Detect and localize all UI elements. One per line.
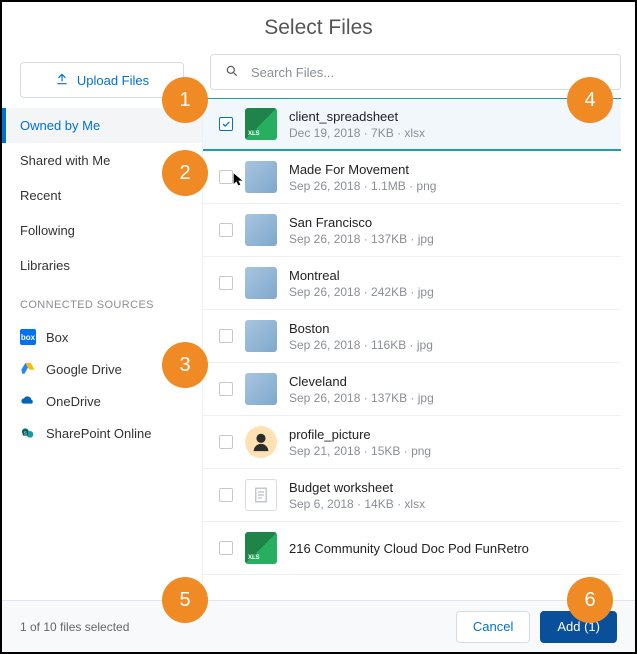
file-thumbnail [245,214,277,246]
file-row[interactable]: profile_picture Sep 21, 2018 · 15KB · png [203,416,621,469]
file-list[interactable]: client_spreadsheet Dec 19, 2018 · 7KB · x… [202,98,621,600]
file-checkbox[interactable] [219,382,233,396]
file-thumbnail [245,426,277,458]
connected-source-sharepoint[interactable]: S SharePoint Online [2,417,202,449]
file-info: Boston Sep 26, 2018 · 116KB · jpg [289,321,433,352]
file-meta: Sep 26, 2018 · 1.1MB · png [289,179,436,193]
file-info: Made For Movement Sep 26, 2018 · 1.1MB · … [289,162,436,193]
selection-status: 1 of 10 files selected [20,620,446,634]
file-row[interactable]: Cleveland Sep 26, 2018 · 137KB · jpg [203,363,621,416]
file-name: profile_picture [289,427,431,442]
gdrive-icon [20,361,36,377]
sidebar-item-label: Owned by Me [20,118,100,133]
file-thumbnail [245,373,277,405]
dialog-title: Select Files [2,2,635,46]
upload-files-button[interactable]: Upload Files [20,62,184,98]
file-info: Cleveland Sep 26, 2018 · 137KB · jpg [289,374,434,405]
dialog-footer: 1 of 10 files selected Cancel Add (1) [2,600,635,652]
connected-source-onedrive[interactable]: OneDrive [2,385,202,417]
file-thumbnail [245,108,277,140]
connected-label: SharePoint Online [46,426,152,441]
file-row[interactable]: Boston Sep 26, 2018 · 116KB · jpg [203,310,621,363]
sidebar: Upload Files Owned by Me Shared with Me … [2,46,202,600]
file-meta: Sep 26, 2018 · 137KB · jpg [289,391,434,405]
file-meta: Sep 26, 2018 · 242KB · jpg [289,285,434,299]
file-info: 216 Community Cloud Doc Pod FunRetro [289,541,529,556]
file-name: Montreal [289,268,434,283]
file-row[interactable]: Budget worksheet Sep 6, 2018 · 14KB · xls… [203,469,621,522]
file-thumbnail [245,532,277,564]
main-pane: client_spreadsheet Dec 19, 2018 · 7KB · x… [202,46,635,600]
file-thumbnail [245,161,277,193]
sidebar-item-owned-by-me[interactable]: Owned by Me [2,108,202,143]
file-name: Made For Movement [289,162,436,177]
file-thumbnail [245,479,277,511]
file-row[interactable]: San Francisco Sep 26, 2018 · 137KB · jpg [203,204,621,257]
file-meta: Sep 26, 2018 · 116KB · jpg [289,338,433,352]
connected-source-google-drive[interactable]: Google Drive [2,353,202,385]
file-checkbox[interactable] [219,170,233,184]
file-meta: Dec 19, 2018 · 7KB · xlsx [289,126,425,140]
file-name: San Francisco [289,215,434,230]
file-info: Budget worksheet Sep 6, 2018 · 14KB · xls… [289,480,425,511]
file-name: client_spreadsheet [289,109,425,124]
file-row[interactable]: 216 Community Cloud Doc Pod FunRetro [203,522,621,575]
file-row[interactable]: Montreal Sep 26, 2018 · 242KB · jpg [203,257,621,310]
sharepoint-icon: S [20,425,36,441]
file-info: client_spreadsheet Dec 19, 2018 · 7KB · x… [289,109,425,140]
file-row[interactable]: client_spreadsheet Dec 19, 2018 · 7KB · x… [203,98,621,151]
file-name: Budget worksheet [289,480,425,495]
file-checkbox[interactable] [219,488,233,502]
sidebar-item-libraries[interactable]: Libraries [2,248,202,283]
file-info: Montreal Sep 26, 2018 · 242KB · jpg [289,268,434,299]
connected-label: OneDrive [46,394,101,409]
search-box[interactable] [210,54,621,90]
search-row [202,46,621,98]
search-icon [225,64,239,81]
file-checkbox[interactable] [219,117,233,131]
file-thumbnail [245,320,277,352]
file-name: 216 Community Cloud Doc Pod FunRetro [289,541,529,556]
sidebar-item-label: Recent [20,188,61,203]
sidebar-item-label: Following [20,223,75,238]
svg-text:S: S [24,430,27,435]
file-checkbox[interactable] [219,541,233,555]
cancel-label: Cancel [473,619,513,634]
file-name: Boston [289,321,433,336]
add-label: Add (1) [557,619,600,634]
file-info: profile_picture Sep 21, 2018 · 15KB · png [289,427,431,458]
sidebar-item-shared-with-me[interactable]: Shared with Me [2,143,202,178]
onedrive-icon [20,393,36,409]
file-checkbox[interactable] [219,223,233,237]
search-input[interactable] [251,65,606,80]
connected-label: Box [46,330,68,345]
connected-source-box[interactable]: box Box [2,321,202,353]
sidebar-item-label: Libraries [20,258,70,273]
file-name: Cleveland [289,374,434,389]
file-meta: Sep 6, 2018 · 14KB · xlsx [289,497,425,511]
sidebar-item-recent[interactable]: Recent [2,178,202,213]
file-thumbnail [245,267,277,299]
upload-icon [55,72,69,89]
box-icon: box [20,329,36,345]
file-row[interactable]: Made For Movement Sep 26, 2018 · 1.1MB · … [203,151,621,204]
file-checkbox[interactable] [219,435,233,449]
select-files-dialog: Select Files Upload Files Owned by Me Sh… [0,0,637,654]
sidebar-item-following[interactable]: Following [2,213,202,248]
dialog-body: Upload Files Owned by Me Shared with Me … [2,46,635,600]
file-meta: Sep 21, 2018 · 15KB · png [289,444,431,458]
file-info: San Francisco Sep 26, 2018 · 137KB · jpg [289,215,434,246]
sidebar-item-label: Shared with Me [20,153,110,168]
connected-sources-label: CONNECTED SOURCES [2,283,202,321]
upload-label: Upload Files [77,73,149,88]
file-checkbox[interactable] [219,276,233,290]
add-button[interactable]: Add (1) [540,611,617,643]
cancel-button[interactable]: Cancel [456,611,530,643]
file-checkbox[interactable] [219,329,233,343]
connected-label: Google Drive [46,362,122,377]
file-meta: Sep 26, 2018 · 137KB · jpg [289,232,434,246]
